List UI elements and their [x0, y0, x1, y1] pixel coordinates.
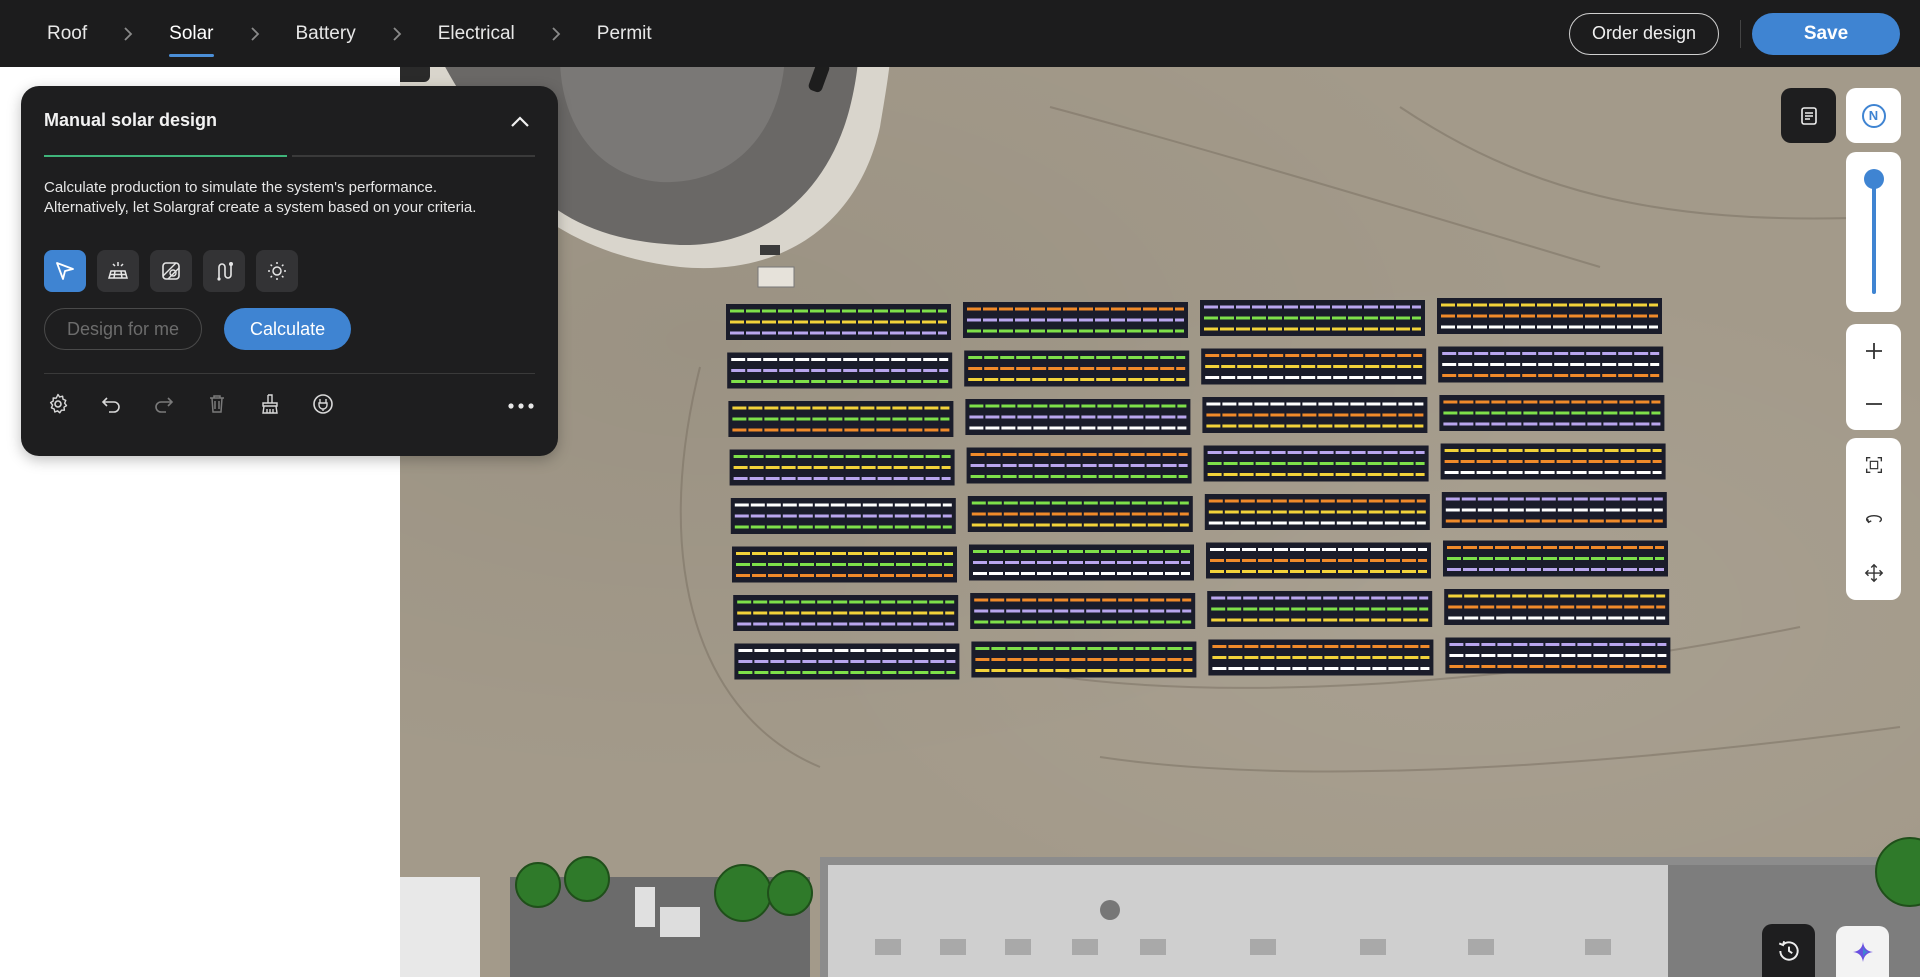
more-horizontal-icon[interactable]: [507, 392, 535, 420]
sparkle-icon[interactable]: [1836, 926, 1889, 977]
select-pointer-icon[interactable]: [44, 250, 86, 292]
panel-description: Calculate production to simulate the sys…: [44, 178, 524, 218]
solar-panel-array[interactable]: [726, 298, 1671, 680]
aerial-imagery: [400, 67, 1920, 977]
zoom-controls: [1846, 324, 1901, 430]
obstruction-icon[interactable]: [150, 250, 192, 292]
compass-north-button[interactable]: N: [1846, 88, 1901, 143]
plus-icon[interactable]: [1846, 324, 1901, 377]
delete-icon[interactable]: [203, 390, 231, 418]
step-battery[interactable]: Battery: [296, 0, 356, 67]
chevron-up-icon[interactable]: [508, 110, 532, 134]
string-wiring-icon[interactable]: [203, 250, 245, 292]
workflow-steps: Roof Solar Battery Electrical Permit: [47, 0, 652, 67]
compass-label: N: [1868, 108, 1879, 123]
history-icon[interactable]: [1762, 924, 1815, 977]
description-line-1: Calculate production to simulate the sys…: [44, 179, 438, 196]
progress-step-gap: [287, 155, 292, 157]
tilt-slider-track: [1872, 172, 1876, 294]
clear-brush-icon[interactable]: [256, 390, 284, 418]
view-controls: [1846, 438, 1901, 600]
step-solar[interactable]: Solar: [169, 0, 214, 67]
design-tools: [44, 250, 298, 292]
tilt-slider[interactable]: [1846, 152, 1901, 312]
save-button[interactable]: Save: [1752, 12, 1900, 55]
redo-icon[interactable]: [150, 390, 178, 418]
panel-divider: [44, 373, 535, 374]
design-buttons: Design for me Calculate: [44, 308, 352, 350]
notes-icon[interactable]: [1781, 88, 1836, 143]
rotate-view-icon[interactable]: [1846, 492, 1901, 546]
satellite-map-canvas[interactable]: [400, 67, 1920, 977]
panel-array-icon[interactable]: [97, 250, 139, 292]
fit-view-icon[interactable]: [1846, 438, 1901, 492]
power-icon[interactable]: [309, 390, 337, 418]
order-design-button[interactable]: Order design: [1568, 12, 1719, 55]
step-roof[interactable]: Roof: [47, 0, 87, 67]
panel-title: Manual solar design: [44, 110, 218, 130]
chevron-right-icon: [551, 26, 561, 41]
shading-sun-icon[interactable]: [256, 250, 298, 292]
calculate-button[interactable]: Calculate: [224, 308, 352, 350]
step-electrical[interactable]: Electrical: [438, 0, 515, 67]
step-permit[interactable]: Permit: [597, 0, 652, 67]
chevron-right-icon: [250, 26, 260, 41]
pan-move-icon[interactable]: [1846, 546, 1901, 600]
top-navigation-bar: Roof Solar Battery Electrical Permit Ord…: [0, 0, 1920, 67]
top-actions: Order design Save: [1568, 12, 1900, 55]
panel-actions: [44, 390, 337, 418]
chevron-right-icon: [392, 26, 402, 41]
undo-icon[interactable]: [97, 390, 125, 418]
design-progress-fill: [44, 155, 290, 157]
settings-icon[interactable]: [44, 390, 72, 418]
description-line-2: Alternatively, let Solargraf create a sy…: [44, 199, 477, 216]
design-for-me-button[interactable]: Design for me: [44, 308, 203, 350]
chevron-right-icon: [123, 26, 133, 41]
tilt-slider-handle[interactable]: [1864, 169, 1884, 189]
minus-icon[interactable]: [1846, 377, 1901, 430]
manual-solar-design-panel: Manual solar design Calculate production…: [21, 86, 558, 456]
toolbar-divider: [1740, 19, 1741, 48]
design-progress-bar: [44, 155, 535, 157]
